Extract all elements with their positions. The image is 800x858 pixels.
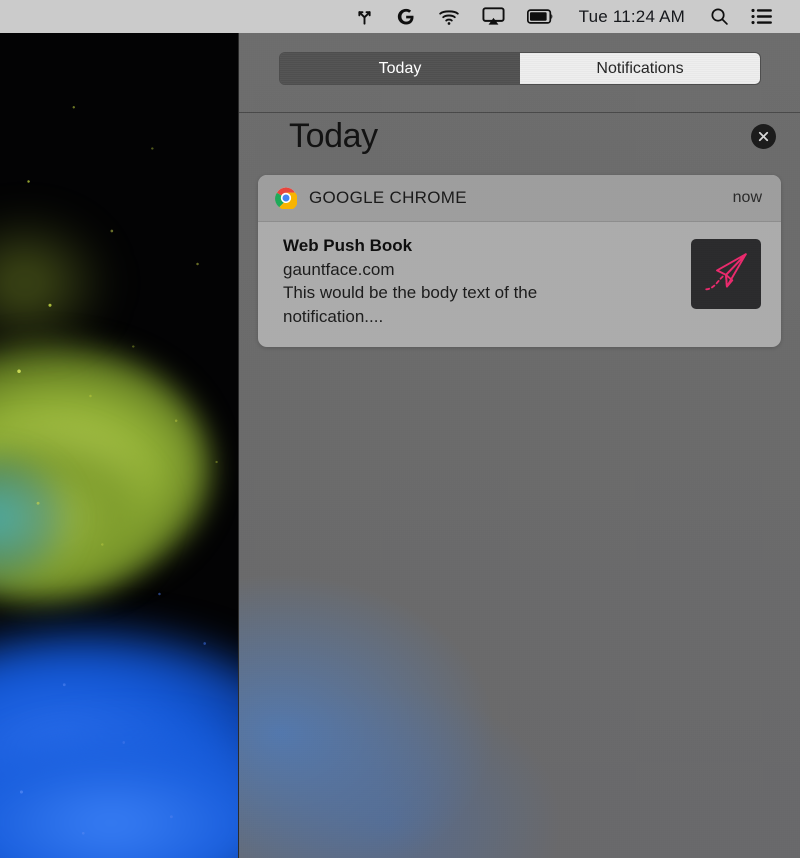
section-title: Today: [289, 117, 378, 155]
notification-thumbnail: [691, 239, 761, 309]
notification-center-icon[interactable]: [740, 0, 784, 33]
today-header: Today: [239, 117, 800, 156]
tab-notifications[interactable]: Notifications: [520, 53, 760, 84]
menubar-clock[interactable]: Tue 11:24 AM: [565, 0, 699, 33]
notification-timestamp: now: [732, 189, 762, 206]
screen: Tue 11:24 AM Today Notifications Today G…: [0, 0, 800, 858]
fork-icon[interactable]: [344, 0, 385, 33]
notification-card[interactable]: GOOGLE CHROME now Web Push Book gauntfac…: [258, 175, 781, 348]
menu-bar: Tue 11:24 AM: [0, 0, 800, 33]
tab-divider: [239, 112, 800, 113]
tab-today[interactable]: Today: [280, 53, 520, 84]
notification-card-body: Web Push Book gauntface.com This would b…: [258, 222, 781, 347]
battery-icon[interactable]: [516, 0, 565, 33]
chrome-icon: [275, 187, 297, 209]
wifi-icon[interactable]: [427, 0, 471, 33]
tab-bar: Today Notifications: [239, 33, 800, 84]
notification-site: gauntface.com: [283, 259, 395, 279]
notification-text-block: Web Push Book gauntface.com This would b…: [283, 235, 691, 328]
desktop-wallpaper: [0, 33, 238, 858]
airplay-icon[interactable]: [471, 0, 516, 33]
wallpaper-particles: [0, 33, 238, 858]
search-icon[interactable]: [699, 0, 740, 33]
segmented-control: Today Notifications: [280, 53, 760, 84]
notification-app-name: GOOGLE CHROME: [309, 188, 467, 207]
notification-body-text: This would be the body text of the notif…: [283, 283, 538, 326]
notification-title: Web Push Book: [283, 236, 413, 255]
close-icon[interactable]: [751, 124, 776, 149]
google-g-icon[interactable]: [385, 0, 427, 33]
paper-plane-icon: [705, 253, 747, 291]
panel-texture: [239, 33, 800, 858]
notification-card-header: GOOGLE CHROME now: [258, 175, 781, 222]
notification-center-panel: Today Notifications Today GOOGLE CHROME …: [238, 33, 800, 858]
